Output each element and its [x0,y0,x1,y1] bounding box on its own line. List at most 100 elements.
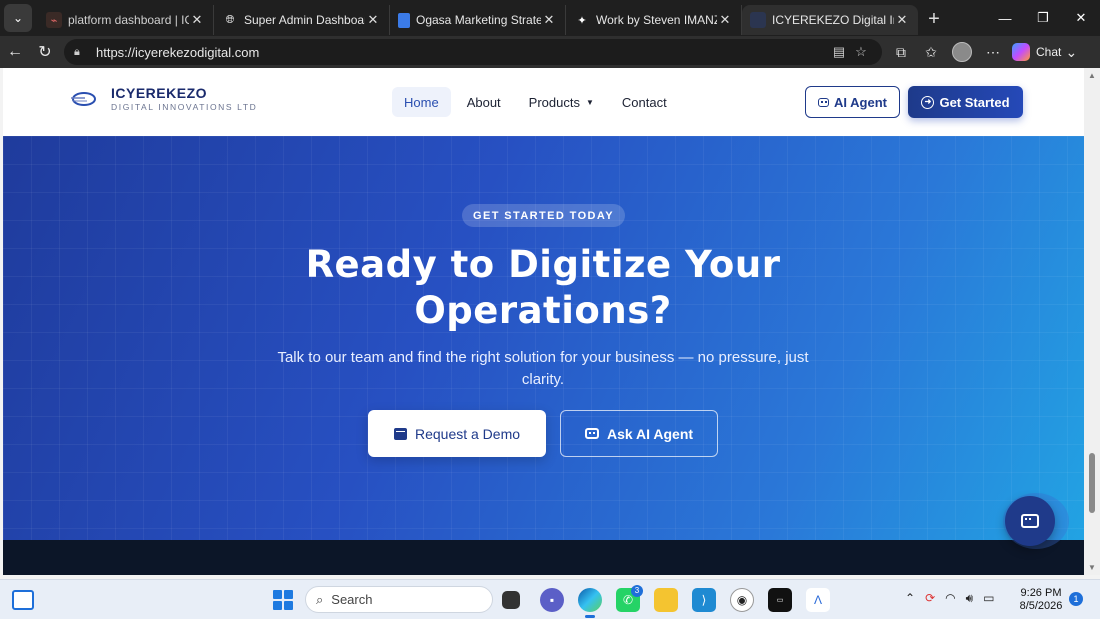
new-tab-button[interactable]: + [918,4,950,34]
nav-item-contact[interactable]: Contact [610,87,679,117]
tab-title: Super Admin Dashboard - ICYEREKEZO [244,13,365,27]
taskbar-clock[interactable]: 9:26 PM 8/5/2026 [1016,587,1066,613]
robot-icon [818,97,830,107]
tab-title: Work by Steven IMANZI [596,13,717,27]
close-tab-icon[interactable]: ✕ [717,12,733,28]
active-app-indicator [585,615,595,618]
task-view-icon[interactable] [502,591,520,609]
browser-toolbar: ← ↻ 🔒︎ https://icyerekezodigital.com ▤ ☆… [0,36,1100,68]
tab-title: Ogasa Marketing Strategy Plan [416,13,541,27]
back-arrow-icon[interactable]: ← [0,38,30,66]
file-explorer-icon[interactable] [654,588,678,612]
search-placeholder: Search [331,592,373,607]
copilot-icon [1012,43,1030,61]
favorites-icon[interactable]: ✩ [916,44,946,61]
battery-icon[interactable]: ▭ [983,591,994,606]
cta-hero-section: GET STARTED TODAY Ready to Digitize Your… [3,136,1084,540]
globe-icon: 🌐︎ [225,13,235,26]
chevron-down-icon[interactable]: ⌄ [1061,44,1081,61]
arc-app-icon[interactable]: Λ [806,588,830,612]
calendar-icon [393,427,407,440]
profile-avatar[interactable] [952,42,972,62]
browser-tab[interactable]: ⌁ platform dashboard | ICYEREKEZO ✕ [38,5,214,35]
favorite-star-icon[interactable]: ☆ [850,44,872,60]
ai-agent-button[interactable]: AI Agent [805,86,900,118]
chat-label: Chat [1036,45,1062,59]
restore-icon[interactable]: ❐ [1024,0,1062,36]
hero-title-line-2: Operations? [414,289,672,332]
vscode-icon[interactable]: ⟩ [692,588,716,612]
browser-tab[interactable]: ✦ Work by Steven IMANZI ✕ [566,5,742,35]
taskbar-search-box[interactable]: ⌕ Search [305,586,493,613]
start-button-icon[interactable] [273,590,293,610]
page-viewport: ICYEREKEZO DIGITAL INNOVATIONS LTD Home … [3,68,1084,575]
tab-actions-menu-button[interactable]: ⌄ [4,4,32,32]
whatsapp-badge: 3 [631,585,643,597]
url-text: https://icyerekezodigital.com [96,44,260,60]
request-demo-label: Request a Demo [414,425,521,442]
brand-logo-link[interactable]: ICYEREKEZO DIGITAL INNOVATIONS LTD [69,86,257,112]
ask-ai-agent-label: Ask AI Agent [606,425,694,442]
eyebrow-badge: GET STARTED TODAY [462,204,625,227]
caret-down-icon: ▼ [585,97,594,107]
clock-date: 8/5/2026 [1019,600,1063,612]
ai-chat-fab-button[interactable] [1005,496,1055,546]
meet-chat-icon[interactable]: ▪ [540,588,564,612]
wifi-icon[interactable]: ◠ [945,591,955,606]
robot-icon [1021,514,1039,528]
scroll-down-icon[interactable]: ▼ [1088,563,1096,572]
close-tab-icon[interactable]: ✕ [365,12,381,28]
nav-item-products[interactable]: Products ▼ [517,87,606,117]
extensions-icon[interactable]: ⧉ [886,44,916,61]
main-nav: Home About Products ▼ Contact [392,87,683,117]
site-favicon-icon [750,12,766,28]
nav-item-home[interactable]: Home [392,87,451,117]
reader-view-icon[interactable]: ▤ [828,44,850,60]
lock-icon: 🔒︎ [74,46,80,58]
hero-title: Ready to Digitize Your Operations? [243,242,843,334]
hero-grid-pattern [3,136,1084,540]
refresh-icon[interactable]: ↻ [30,38,60,66]
nav-item-products-label: Products [528,94,580,110]
browser-tab[interactable]: Ogasa Marketing Strategy Plan ✕ [390,5,566,35]
close-window-icon[interactable]: ✕ [1062,0,1100,36]
clock-time: 9:26 PM [1020,587,1062,599]
close-tab-icon[interactable]: ✕ [894,12,910,28]
page-scrollbar[interactable]: ▲ ▼ [1084,68,1100,575]
system-tray: ⌃ ⟳ ◠ 🔊︎ ▭ [905,591,995,606]
nav-item-about[interactable]: About [455,87,513,117]
robot-icon [584,428,599,439]
brand-logo-icon [71,92,96,106]
volume-icon[interactable]: 🔊︎ [966,591,974,606]
close-tab-icon[interactable]: ✕ [189,12,205,28]
notification-badge[interactable]: 1 [1069,592,1083,606]
minimize-icon[interactable]: — [986,0,1024,36]
footer-top-band [3,540,1084,575]
update-icon[interactable]: ⟳ [925,591,935,606]
get-started-button[interactable]: ➜ Get Started [908,86,1023,118]
tab-title: platform dashboard | ICYEREKEZO [68,13,189,27]
app-icon-animal[interactable]: ◉ [730,588,754,612]
close-tab-icon[interactable]: ✕ [541,12,557,28]
tray-overflow-icon[interactable]: ⌃ [905,591,915,606]
brand-tagline: DIGITAL INNOVATIONS LTD [111,102,258,112]
scroll-up-icon[interactable]: ▲ [1088,71,1096,80]
site-favicon-icon: ⌁ [46,12,62,28]
ask-ai-agent-button[interactable]: Ask AI Agent [560,410,718,457]
site-header: ICYEREKEZO DIGITAL INNOVATIONS LTD Home … [3,68,1084,136]
browser-tab-active[interactable]: ICYEREKEZO Digital Innovations ✕ [742,5,918,35]
address-bar[interactable]: 🔒︎ https://icyerekezodigital.com ▤ ☆ [64,39,882,65]
scrollbar-thumb[interactable] [1089,453,1095,513]
brand-name: ICYEREKEZO [111,85,208,101]
terminal-app-icon[interactable]: ▭ [768,588,792,612]
ai-agent-label: AI Agent [834,94,887,110]
widgets-icon[interactable] [12,590,34,610]
more-options-icon[interactable]: ⋯ [978,44,1008,61]
diamond-icon: ✦ [577,14,587,27]
edge-browser-icon[interactable] [578,588,602,612]
browser-tab-strip: ⌄ ⌁ platform dashboard | ICYEREKEZO ✕ 🌐︎… [0,0,1100,36]
window-controls: — ❐ ✕ [986,0,1100,36]
copilot-chat-button[interactable]: Chat [1012,43,1061,61]
request-demo-button[interactable]: Request a Demo [368,410,546,457]
browser-tab[interactable]: 🌐︎ Super Admin Dashboard - ICYEREKEZO ✕ [214,5,390,35]
